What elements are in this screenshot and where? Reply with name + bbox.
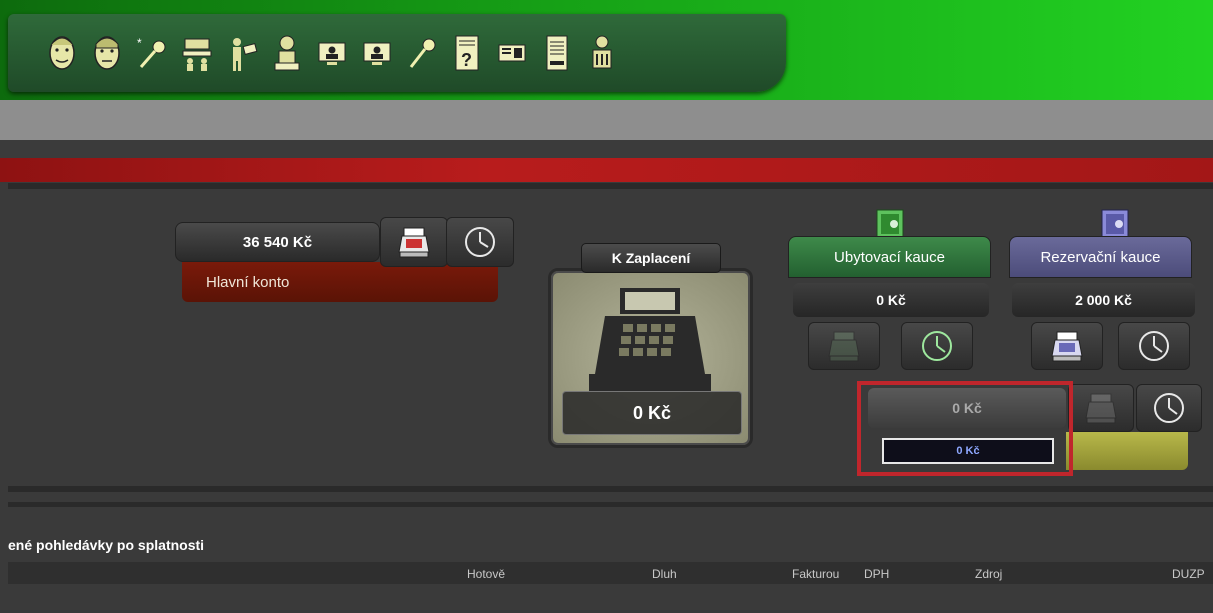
accommodation-deposit-history-button[interactable]	[901, 322, 973, 370]
highlighted-amount-input[interactable]	[882, 438, 1054, 464]
bank-person-icon[interactable]	[582, 27, 621, 79]
main-account-amount[interactable]: 36 540 Kč	[175, 222, 380, 262]
reservation-deposit-amount[interactable]: 2 000 Kč	[1012, 283, 1195, 317]
column-header[interactable]: Hotově	[467, 567, 505, 581]
main-account-label: Hlavní konto	[182, 262, 498, 302]
main-account-history-button[interactable]	[446, 217, 514, 267]
column-header[interactable]: Fakturou	[792, 567, 839, 581]
reservation-deposit-history-button[interactable]	[1118, 322, 1190, 370]
cash-register-icon	[1051, 331, 1083, 362]
monitor-guest-icon[interactable]	[312, 27, 351, 79]
column-header[interactable]: Dluh	[652, 567, 677, 581]
accommodation-deposit-title[interactable]: Ubytovací kauce	[788, 236, 991, 278]
highlighted-amount-button[interactable]: 0 Kč	[868, 388, 1066, 428]
highlighted-cash-button[interactable]	[1068, 384, 1134, 432]
help-document-icon[interactable]: ?	[447, 27, 486, 79]
column-header[interactable]: DUZP	[1172, 567, 1205, 581]
invoice-document-icon[interactable]	[537, 27, 576, 79]
main-account-cash-register-button[interactable]	[380, 217, 448, 267]
monitor-guest-2-icon[interactable]	[357, 27, 396, 79]
highlighted-history-button[interactable]	[1136, 384, 1202, 432]
accommodation-deposit-cash-button[interactable]	[808, 322, 880, 370]
payment-person-icon[interactable]	[222, 27, 261, 79]
clock-icon	[1139, 331, 1169, 361]
new-key-icon[interactable]: *	[132, 27, 171, 79]
table-title: ené pohledávky po splatnosti	[8, 537, 205, 553]
gray-band	[0, 100, 1213, 140]
to-pay-title: K Zaplacení	[581, 243, 721, 273]
reservation-deposit-cash-button[interactable]	[1031, 322, 1103, 370]
main-toolbar: * ?	[8, 14, 786, 92]
separator	[8, 502, 1213, 507]
svg-text:?: ?	[461, 50, 472, 70]
accommodation-deposit-amount[interactable]: 0 Kč	[793, 283, 989, 317]
id-card-icon[interactable]	[492, 27, 531, 79]
cashier-icon[interactable]	[267, 27, 306, 79]
cash-register-large-icon	[589, 288, 711, 392]
to-pay-amount[interactable]: 0 Kč	[562, 391, 742, 435]
clock-icon	[465, 227, 495, 257]
column-header[interactable]: DPH	[864, 567, 889, 581]
guest-face-icon[interactable]	[42, 27, 81, 79]
cash-register-icon	[398, 227, 430, 258]
clock-icon	[922, 331, 952, 361]
yellow-bar	[1066, 432, 1188, 470]
reservation-deposit-title[interactable]: Rezervační kauce	[1009, 236, 1192, 278]
key-icon[interactable]	[402, 27, 441, 79]
reception-desk-icon[interactable]	[177, 27, 216, 79]
clock-icon	[1154, 393, 1184, 423]
column-header[interactable]: Zdroj	[975, 567, 1002, 581]
cash-register-icon	[1085, 393, 1117, 424]
guest-face-2-icon[interactable]	[87, 27, 126, 79]
separator	[8, 183, 1213, 189]
table-header	[8, 562, 1213, 584]
dark-band	[0, 140, 1213, 158]
separator	[8, 486, 1213, 492]
cash-register-icon	[828, 331, 860, 362]
payment-screen: * ? Hlavní konto 36 540 Kč K Zaplacení 0…	[0, 0, 1213, 613]
svg-text:*: *	[137, 36, 142, 50]
red-band	[0, 158, 1213, 182]
